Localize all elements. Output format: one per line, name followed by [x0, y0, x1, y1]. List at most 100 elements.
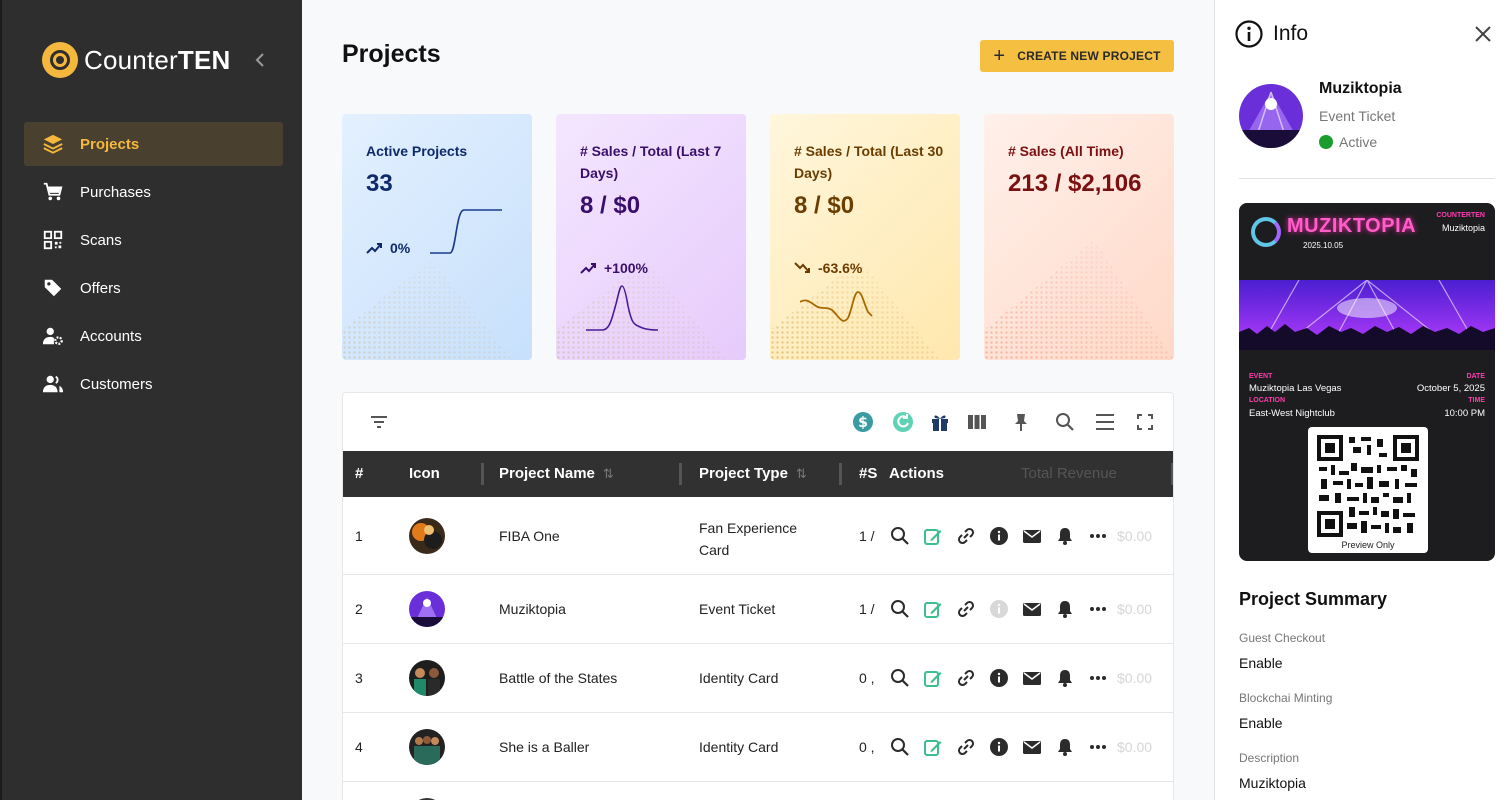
collapse-sidebar-button[interactable] — [252, 52, 268, 72]
stat-value: 8 / $0 — [794, 192, 855, 219]
ticket-date-label: DATE — [1466, 373, 1485, 380]
more-button[interactable] — [1087, 598, 1109, 620]
main-content: Projects + CREATE NEW PROJECT Active Pro… — [302, 0, 1214, 800]
table-header: # Icon Project Name ⇅ Project Type ⇅ #S Ac… — [343, 451, 1173, 497]
info-button[interactable] — [988, 667, 1010, 689]
filter-button[interactable] — [368, 411, 390, 433]
bell-icon — [1058, 670, 1072, 687]
column-resize-handle[interactable] — [679, 463, 682, 485]
edit-button[interactable] — [922, 667, 944, 689]
app-logo[interactable]: CounterTEN — [42, 42, 231, 78]
stat-card-sales-all-time: # Sales (All Time) 213 / $2,106 — [984, 114, 1174, 360]
row-actions — [889, 598, 1120, 620]
link-button[interactable] — [955, 667, 977, 689]
revenue-value: $0.00 — [1117, 739, 1153, 755]
link-button[interactable] — [955, 598, 977, 620]
table-row[interactable]: 3 Battle of the States Identity Card 0 ,… — [343, 644, 1173, 713]
more-horizontal-icon — [1090, 534, 1106, 538]
ticket-time: 10:00 PM — [1444, 408, 1485, 419]
logo-text: CounterTEN — [84, 44, 231, 75]
stat-card-sales-30-days: # Sales / Total (Last 30 Days) 8 / $0 -6… — [770, 114, 960, 360]
link-button[interactable] — [955, 736, 977, 758]
sidebar-item-label: Offers — [80, 279, 121, 297]
table-row[interactable]: 1 FIBA One Fan Experience Card 1 / $0.00 — [343, 497, 1173, 575]
refresh-icon — [893, 412, 913, 432]
view-button[interactable] — [889, 525, 911, 547]
project-type: Identity Card — [699, 739, 779, 755]
refresh-toggle-button[interactable] — [892, 411, 914, 433]
status-badge: Active — [1319, 134, 1377, 150]
email-button[interactable] — [1021, 598, 1043, 620]
more-button[interactable] — [1087, 525, 1109, 547]
sidebar-item-offers[interactable]: Offers — [24, 266, 283, 310]
notify-button[interactable] — [1054, 525, 1076, 547]
column-header-icon[interactable]: Icon — [409, 451, 484, 497]
revenue-value: $0.00 — [1117, 601, 1153, 617]
view-button[interactable] — [889, 736, 911, 758]
notify-button[interactable] — [1054, 736, 1076, 758]
column-header-actions[interactable]: Actions — [889, 451, 944, 497]
notify-button[interactable] — [1054, 667, 1076, 689]
stat-card-active-projects: Active Projects 33 0% — [342, 114, 532, 360]
gift-icon — [932, 415, 948, 431]
stat-title: # Sales / Total (Last 30 Days) — [794, 143, 944, 181]
search-icon — [891, 669, 909, 687]
column-header-project-type[interactable]: Project Type ⇅ — [699, 451, 842, 497]
edit-button[interactable] — [922, 736, 944, 758]
edit-button[interactable] — [922, 598, 944, 620]
sidebar-nav: Projects Purchases Scans Offers Accounts… — [24, 122, 283, 410]
fullscreen-button[interactable] — [1134, 411, 1156, 433]
projects-table: $ # Icon Project Name ⇅ Project Type ⇅ #… — [342, 392, 1174, 800]
search-button[interactable] — [1054, 411, 1076, 433]
more-button[interactable] — [1087, 667, 1109, 689]
density-button[interactable] — [1094, 411, 1116, 433]
column-header-total-revenue[interactable]: Total Revenue — [1021, 451, 1173, 497]
close-info-button[interactable] — [1473, 24, 1493, 44]
pin-button[interactable] — [1010, 411, 1032, 433]
table-row[interactable]: 2 Muziktopia Event Ticket 1 / $0.00 — [343, 575, 1173, 644]
email-button[interactable] — [1021, 667, 1043, 689]
sidebar-item-label: Accounts — [80, 327, 142, 345]
column-resize-handle[interactable] — [839, 463, 842, 485]
more-button[interactable] — [1087, 736, 1109, 758]
sort-icon[interactable]: ⇅ — [603, 466, 614, 481]
summary-value-guest-checkout: Enable — [1239, 655, 1283, 671]
chevron-left-icon — [255, 53, 264, 67]
currency-toggle-button[interactable]: $ — [852, 411, 874, 433]
mail-icon — [1023, 530, 1041, 543]
revenue-value: $0.00 — [1117, 670, 1153, 686]
sort-icon[interactable]: ⇅ — [796, 466, 807, 481]
table-row[interactable] — [343, 782, 1173, 800]
view-button[interactable] — [889, 598, 911, 620]
mail-icon — [1023, 741, 1041, 754]
sidebar-item-scans[interactable]: Scans — [24, 218, 283, 262]
sidebar-item-accounts[interactable]: Accounts — [24, 314, 283, 358]
column-header-project-name[interactable]: Project Name ⇅ — [499, 451, 682, 497]
sidebar-item-label: Customers — [80, 375, 153, 393]
view-button[interactable] — [889, 667, 911, 689]
info-button[interactable] — [988, 736, 1010, 758]
table-row[interactable]: 4 She is a Baller Identity Card 0 , $0.0… — [343, 713, 1173, 782]
link-button[interactable] — [955, 525, 977, 547]
column-header-sales[interactable]: #S — [859, 451, 877, 497]
info-button[interactable] — [988, 525, 1010, 547]
sidebar-item-projects[interactable]: Projects — [24, 122, 283, 166]
column-header-number[interactable]: # — [355, 451, 363, 497]
column-resize-handle[interactable] — [1171, 463, 1173, 485]
email-button[interactable] — [1021, 736, 1043, 758]
edit-icon — [924, 740, 942, 756]
edit-button[interactable] — [922, 525, 944, 547]
create-new-project-button[interactable]: + CREATE NEW PROJECT — [980, 40, 1174, 72]
info-button[interactable] — [988, 598, 1010, 620]
sidebar-item-purchases[interactable]: Purchases — [24, 170, 283, 214]
sidebar-item-customers[interactable]: Customers — [24, 362, 283, 406]
columns-button[interactable] — [966, 411, 988, 433]
row-actions — [889, 525, 1120, 547]
notify-button[interactable] — [1054, 598, 1076, 620]
sales-value: 1 / — [859, 528, 875, 544]
stat-delta: +100% — [580, 260, 648, 276]
gift-toggle-button[interactable] — [929, 411, 951, 433]
ticket-event: Muziktopia Las Vegas — [1249, 383, 1342, 394]
column-resize-handle[interactable] — [481, 463, 484, 485]
email-button[interactable] — [1021, 525, 1043, 547]
